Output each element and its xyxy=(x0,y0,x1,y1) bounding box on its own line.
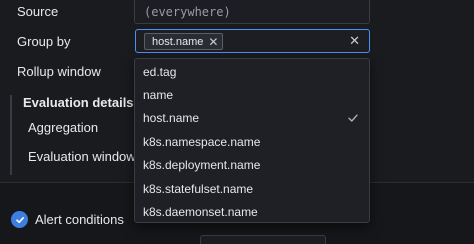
dropdown-option[interactable]: name xyxy=(135,83,369,106)
dropdown-option[interactable]: k8s.namespace.name xyxy=(135,130,369,153)
evaluation-details-heading: Evaluation details xyxy=(23,95,134,110)
condition-input[interactable] xyxy=(200,235,326,244)
source-field[interactable]: (everywhere) xyxy=(134,0,370,24)
group-by-label: Group by xyxy=(17,34,71,49)
aggregation-label: Aggregation xyxy=(28,120,99,135)
dropdown-option[interactable]: host.name xyxy=(135,107,369,130)
option-label: k8s.deployment.name xyxy=(143,158,261,173)
option-label: name xyxy=(143,88,174,103)
alert-conditions-heading: Alert conditions xyxy=(35,212,124,227)
option-label: ed.tag xyxy=(143,64,177,79)
option-label: k8s.statefulset.name xyxy=(143,181,254,196)
dropdown-option[interactable]: ed.tag xyxy=(135,60,369,83)
dropdown-option[interactable]: k8s.deployment.name xyxy=(135,154,369,177)
right-gutter xyxy=(370,0,474,180)
close-icon[interactable]: ✕ xyxy=(349,34,360,48)
source-label: Source xyxy=(17,4,59,19)
rollup-window-label: Rollup window xyxy=(17,64,101,79)
evaluation-details-rule xyxy=(10,95,12,175)
dropdown-option[interactable]: k8s.statefulset.name xyxy=(135,177,369,200)
close-icon[interactable]: ✕ xyxy=(208,36,218,48)
group-by-chip: host.name ✕ xyxy=(144,33,224,50)
chip-label: host.name xyxy=(152,36,204,48)
evaluation-window-label: Evaluation window xyxy=(28,149,136,164)
group-by-dropdown: ed.tag name host.name k8s.namespace.name… xyxy=(134,58,370,223)
option-label: k8s.namespace.name xyxy=(143,134,261,149)
check-circle-icon xyxy=(11,211,28,228)
group-by-input[interactable]: host.name ✕ ✕ xyxy=(135,29,370,53)
checkmark-icon xyxy=(348,114,358,123)
alert-config-panel: Source (everywhere) Group by host.name ✕… xyxy=(0,0,474,244)
option-label: k8s.daemonset.name xyxy=(143,205,258,220)
dropdown-option[interactable]: k8s.daemonset.name xyxy=(135,200,369,222)
option-label: host.name xyxy=(143,111,200,126)
source-value: (everywhere) xyxy=(144,5,231,19)
